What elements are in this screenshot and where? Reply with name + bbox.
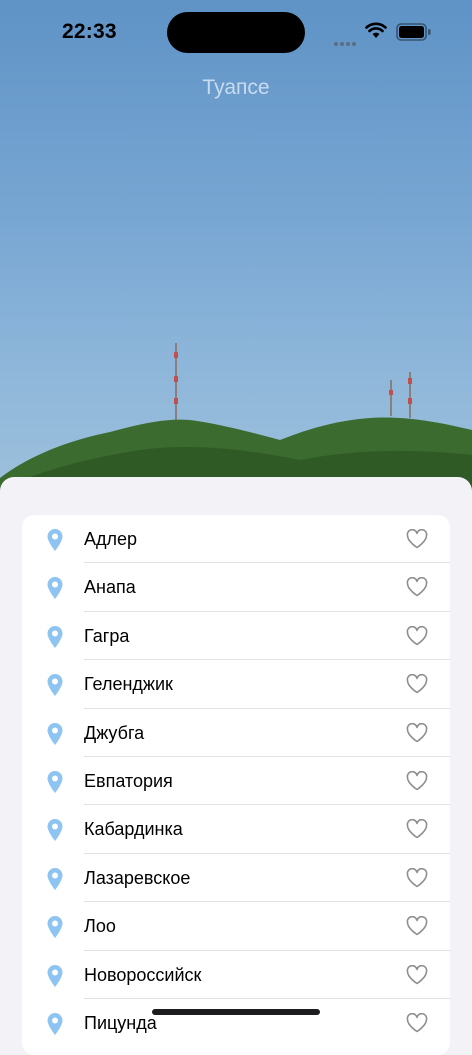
city-name: Геленджик bbox=[84, 674, 173, 695]
battery-icon bbox=[396, 23, 431, 41]
city-name: Адлер bbox=[84, 529, 138, 549]
city-name: Анапа bbox=[84, 577, 136, 598]
status-bar: 22:33 bbox=[0, 0, 472, 64]
wifi-icon bbox=[365, 22, 387, 38]
mountain-landscape bbox=[0, 343, 472, 500]
location-pin-icon bbox=[47, 674, 63, 697]
city-name: Джубга bbox=[84, 722, 145, 743]
heart-outline-icon[interactable] bbox=[406, 529, 428, 549]
status-time: 22:33 bbox=[62, 20, 117, 43]
city-row[interactable]: Анапа bbox=[22, 563, 450, 612]
heart-outline-icon[interactable] bbox=[406, 916, 428, 936]
city-row[interactable]: Адлер bbox=[22, 515, 450, 564]
city-row[interactable]: Геленджик bbox=[22, 660, 450, 709]
location-pin-icon bbox=[47, 529, 63, 551]
city-row[interactable]: Евпатория bbox=[22, 757, 450, 806]
city-row[interactable]: Пицунда bbox=[22, 999, 450, 1047]
city-row[interactable]: Лоо bbox=[22, 902, 450, 951]
city-row[interactable]: Гагра bbox=[22, 612, 450, 661]
city-row[interactable]: Кабардинка bbox=[22, 805, 450, 854]
heart-outline-icon[interactable] bbox=[406, 964, 428, 985]
city-name: Кабардинка bbox=[84, 819, 183, 840]
city-name: Новороссийск bbox=[84, 964, 202, 985]
heart-outline-icon[interactable] bbox=[406, 867, 428, 888]
cellular-signal-icon bbox=[334, 33, 360, 46]
city-name: Лазаревское bbox=[84, 867, 191, 888]
location-pin-icon bbox=[47, 964, 63, 987]
location-pin-icon bbox=[47, 867, 63, 890]
location-pin-icon bbox=[47, 819, 63, 842]
heart-outline-icon[interactable] bbox=[406, 770, 428, 791]
location-pin-icon bbox=[47, 916, 63, 939]
page-title: Туапсе bbox=[202, 76, 270, 99]
city-row[interactable]: Джубга bbox=[22, 709, 450, 757]
city-name: Лоо bbox=[84, 916, 116, 937]
home-indicator[interactable] bbox=[152, 1009, 320, 1015]
location-pin-icon bbox=[47, 625, 63, 648]
heart-outline-icon[interactable] bbox=[406, 819, 428, 839]
city-name: Пицунда bbox=[84, 1012, 157, 1033]
dynamic-island bbox=[167, 12, 305, 53]
heart-outline-icon[interactable] bbox=[406, 625, 428, 646]
city-name: Гагра bbox=[84, 625, 130, 646]
city-row[interactable]: Новороссийск bbox=[22, 951, 450, 999]
city-photo bbox=[0, 0, 472, 500]
heart-outline-icon[interactable] bbox=[406, 1012, 428, 1033]
city-list: Адлер Анапа Гагра Геленджик Джубга Евпат… bbox=[22, 515, 450, 1055]
heart-outline-icon[interactable] bbox=[406, 577, 428, 597]
bottom-sheet[interactable]: Адлер Анапа Гагра Геленджик Джубга Евпат… bbox=[0, 477, 472, 1055]
location-pin-icon bbox=[47, 770, 63, 793]
location-pin-icon bbox=[47, 577, 63, 600]
location-pin-icon bbox=[47, 722, 63, 745]
heart-outline-icon[interactable] bbox=[406, 674, 428, 694]
heart-outline-icon[interactable] bbox=[406, 722, 428, 743]
city-row[interactable]: Лазаревское bbox=[22, 854, 450, 903]
city-name: Евпатория bbox=[84, 770, 173, 791]
